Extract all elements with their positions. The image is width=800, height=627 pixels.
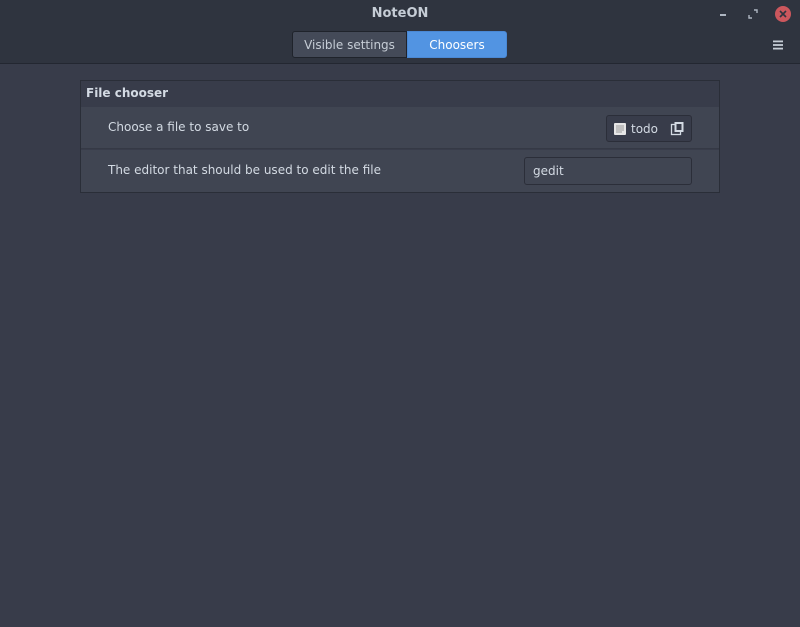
minimize-icon — [720, 14, 726, 16]
maximize-icon — [748, 9, 758, 19]
tab-choosers[interactable]: Choosers — [407, 31, 507, 58]
editor-row-label: The editor that should be used to edit t… — [108, 163, 381, 177]
frame-title: File chooser — [86, 86, 169, 100]
tab-visible-settings[interactable]: Visible settings — [292, 31, 407, 58]
settings-row-editor: The editor that should be used to edit t… — [81, 150, 719, 192]
close-icon — [775, 6, 791, 22]
menu-button[interactable] — [768, 36, 788, 54]
maximize-button[interactable] — [744, 5, 762, 23]
file-chooser-button[interactable]: todo — [606, 115, 692, 142]
file-chooser-frame: File chooser Choose a file to save to to… — [80, 80, 720, 193]
app-window: NoteON Visible settings Choosers File ch… — [0, 0, 800, 627]
file-name-label: todo — [631, 121, 659, 136]
file-row-label: Choose a file to save to — [108, 120, 250, 134]
hamburger-menu-icon — [773, 40, 783, 50]
minimize-button[interactable] — [714, 5, 732, 23]
settings-row-file: Choose a file to save to todo — [81, 107, 719, 149]
editor-input[interactable] — [524, 157, 692, 185]
close-button[interactable] — [774, 5, 792, 23]
header-bar: NoteON Visible settings Choosers — [0, 0, 800, 64]
window-title: NoteON — [371, 6, 429, 21]
stack-switcher: Visible settings Choosers — [292, 31, 507, 58]
text-file-icon — [614, 122, 626, 135]
open-document-icon — [670, 121, 685, 139]
